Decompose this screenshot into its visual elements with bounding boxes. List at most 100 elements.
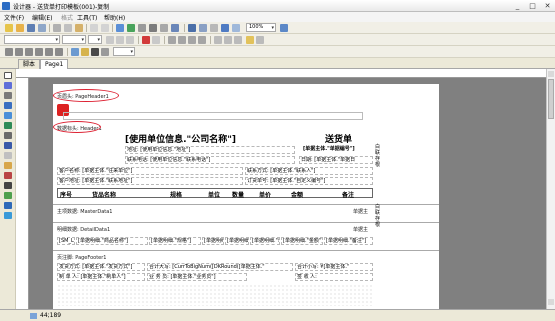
frame-bottom-icon[interactable] bbox=[15, 48, 23, 56]
send-back-icon[interactable] bbox=[160, 24, 168, 32]
close-button[interactable]: ✕ bbox=[540, 1, 555, 11]
scroll-thumb[interactable] bbox=[548, 79, 554, 119]
zoom-tool-icon[interactable] bbox=[4, 92, 12, 99]
scroll-down-icon[interactable] bbox=[548, 299, 554, 305]
customer-name-field[interactable]: 客户名称: [单据主体."往来单位"] bbox=[57, 167, 243, 175]
preview-icon[interactable] bbox=[38, 24, 46, 32]
fill-color-icon[interactable] bbox=[81, 48, 89, 56]
band-master[interactable]: 主项数据: MasterData1 bbox=[57, 208, 112, 215]
total-cn-field[interactable]: 合计大写: [CurrToBigNum([DKRound([单据主体." bbox=[147, 263, 293, 271]
customer-address-field[interactable]: 客户地址: [单据主体."联系地址"] bbox=[57, 177, 243, 185]
valign-middle-icon[interactable] bbox=[224, 36, 232, 44]
column-header[interactable]: 备注 bbox=[342, 190, 354, 199]
italic-icon[interactable] bbox=[116, 36, 124, 44]
variables-icon[interactable] bbox=[232, 24, 240, 32]
tab-script[interactable]: 脚本 bbox=[18, 59, 41, 69]
contact-field[interactable]: 联系方式: [单据主体."联系人"] bbox=[245, 167, 373, 175]
column-header[interactable]: 规格 bbox=[170, 190, 182, 199]
chart-object-icon[interactable] bbox=[4, 162, 12, 169]
line-object-icon[interactable] bbox=[4, 152, 12, 159]
column-header[interactable]: 单位 bbox=[208, 190, 220, 199]
barcode-object-icon[interactable] bbox=[4, 172, 12, 179]
ungroup-icon[interactable] bbox=[127, 24, 135, 32]
text-tool-icon[interactable] bbox=[4, 102, 12, 109]
crosstab-object-icon[interactable] bbox=[4, 212, 12, 219]
menu-help[interactable]: 帮助(H) bbox=[104, 13, 125, 22]
align-center-icon[interactable] bbox=[178, 36, 186, 44]
save-icon[interactable] bbox=[27, 24, 35, 32]
richtext-object-icon[interactable] bbox=[4, 202, 12, 209]
menu-format[interactable]: 格式 bbox=[61, 13, 73, 22]
rotation-icon[interactable] bbox=[256, 36, 264, 44]
group-icon[interactable] bbox=[116, 24, 124, 32]
cut-icon[interactable] bbox=[53, 24, 61, 32]
frame-width-select[interactable]: ▾ bbox=[113, 47, 135, 56]
minimize-button[interactable]: _ bbox=[510, 1, 525, 11]
vertical-scrollbar[interactable] bbox=[546, 69, 555, 309]
date-field[interactable]: 日期: [单据主体."单据日 bbox=[299, 156, 373, 164]
fit-grid-icon[interactable] bbox=[199, 24, 207, 32]
phone-field[interactable]: 联系电话: [使用单位信息."联系电话"] bbox=[125, 156, 295, 164]
frame-style-icon[interactable] bbox=[101, 48, 109, 56]
font-color-icon[interactable] bbox=[142, 36, 150, 44]
report-page[interactable]: 页眉头: PageHeader1 数据标头: Header1 [使用单位信息."… bbox=[53, 84, 439, 309]
band-detail[interactable]: 明细数据: DetailData1 bbox=[57, 226, 110, 233]
column-header[interactable]: 金额 bbox=[291, 190, 303, 199]
paste-icon[interactable] bbox=[75, 24, 83, 32]
scroll-up-icon[interactable] bbox=[548, 71, 554, 77]
bold-icon[interactable] bbox=[106, 36, 114, 44]
hand-tool-icon[interactable] bbox=[4, 82, 12, 89]
frame-all-icon[interactable] bbox=[45, 48, 53, 56]
open-icon[interactable] bbox=[16, 24, 24, 32]
maximize-button[interactable]: □ bbox=[525, 1, 540, 11]
header-box[interactable] bbox=[63, 112, 363, 120]
order-no-field[interactable]: 订货单号: [单据主体."自定义编号"] bbox=[245, 177, 373, 185]
doc-title[interactable]: 送货单 bbox=[325, 132, 352, 145]
align-right-icon[interactable] bbox=[188, 36, 196, 44]
detail-cell[interactable]: [SM_Lin bbox=[57, 237, 75, 245]
subreport-icon[interactable] bbox=[4, 142, 12, 149]
menu-edit[interactable]: 编辑(E) bbox=[32, 13, 52, 22]
address-field[interactable]: 地址: [使用单位信息."地址"] bbox=[125, 146, 295, 154]
company-title[interactable]: [使用单位信息."公司名称"] bbox=[125, 132, 236, 145]
column-header[interactable]: 单价 bbox=[259, 190, 271, 199]
column-header[interactable]: 序号 bbox=[60, 190, 72, 199]
doc-no[interactable]: [单据主体."单据编号"] bbox=[303, 145, 355, 152]
detail-cell[interactable]: [单据明细."数量 bbox=[225, 237, 249, 245]
tab-page1[interactable]: Page1 bbox=[40, 59, 69, 69]
detail-cell[interactable]: [单据明细."单价 bbox=[250, 237, 280, 245]
copy-icon[interactable] bbox=[64, 24, 72, 32]
zoom-select[interactable]: 100% ▾ bbox=[246, 23, 276, 32]
align-grid-icon[interactable] bbox=[188, 24, 196, 32]
align-justify-icon[interactable] bbox=[198, 36, 206, 44]
detail-cell[interactable]: [单据明细."规格"] bbox=[149, 237, 201, 245]
font-size-select[interactable]: ▾ bbox=[88, 35, 102, 44]
frame-none-icon[interactable] bbox=[55, 48, 63, 56]
redo-icon[interactable] bbox=[101, 24, 109, 32]
side-note-bottom[interactable]: 白联存根 bbox=[375, 204, 381, 254]
detail-cell[interactable]: [单据明细."备注"] bbox=[324, 237, 373, 245]
highlight-attr-icon[interactable] bbox=[246, 36, 254, 44]
checkbox-object-icon[interactable] bbox=[4, 192, 12, 199]
grid-icon[interactable] bbox=[171, 24, 179, 32]
send-method-field[interactable]: 发货方式: [单据主体."发货方式"] bbox=[57, 263, 145, 271]
frame-top-icon[interactable] bbox=[5, 48, 13, 56]
bring-front-icon[interactable] bbox=[149, 24, 157, 32]
shadow-icon[interactable] bbox=[71, 48, 79, 56]
align-left-icon[interactable] bbox=[168, 36, 176, 44]
shape-object-icon[interactable] bbox=[4, 182, 12, 189]
page-setup-icon[interactable] bbox=[210, 24, 218, 32]
underline-icon[interactable] bbox=[126, 36, 134, 44]
frame-color-icon[interactable] bbox=[91, 48, 99, 56]
report-options-icon[interactable] bbox=[221, 24, 229, 32]
undo-icon[interactable] bbox=[90, 24, 98, 32]
select-tool-icon[interactable] bbox=[4, 72, 12, 79]
design-canvas[interactable]: 页眉头: PageHeader1 数据标头: Header1 [使用单位信息."… bbox=[29, 78, 546, 309]
text-object-icon[interactable] bbox=[4, 122, 12, 129]
detail-cell[interactable]: [单据明细."单位 bbox=[202, 237, 224, 245]
menu-file[interactable]: 文件(F) bbox=[4, 13, 24, 22]
detail-right-field[interactable]: 单据主 bbox=[353, 226, 368, 233]
sign-field[interactable]: 签 收 人: bbox=[295, 273, 373, 281]
column-header[interactable]: 数量 bbox=[232, 190, 244, 199]
frame-right-icon[interactable] bbox=[35, 48, 43, 56]
